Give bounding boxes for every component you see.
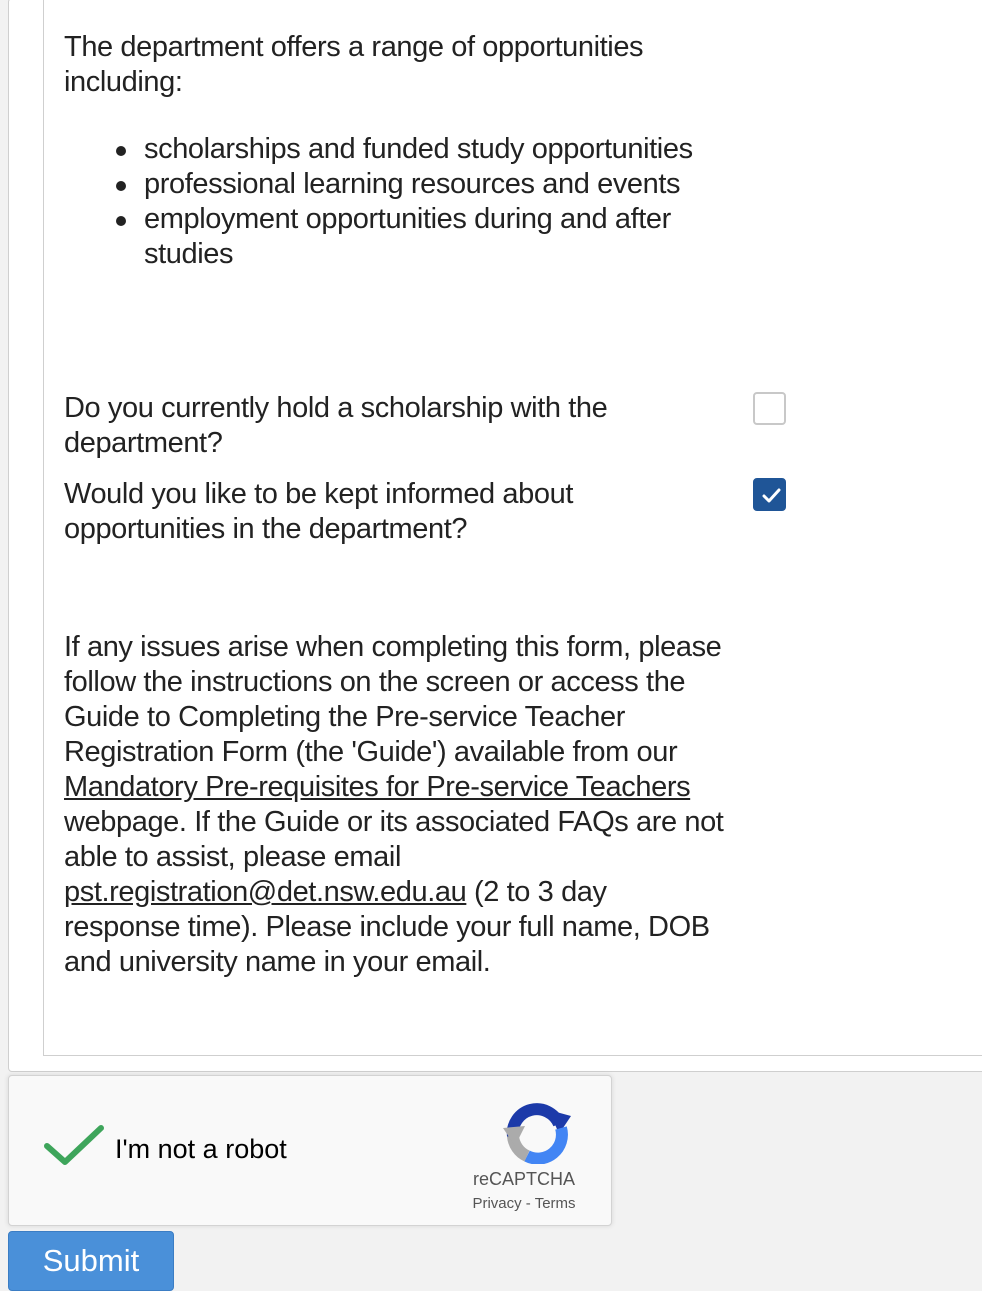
recaptcha-logo-icon	[501, 1098, 573, 1169]
mandatory-prerequisites-link[interactable]: Mandatory Pre-requisites for Pre-service…	[64, 771, 691, 803]
submit-button[interactable]: Submit	[8, 1231, 174, 1291]
help-text-part: webpage. If the Guide or its associated …	[64, 806, 724, 873]
terms-link[interactable]: Terms	[535, 1195, 576, 1212]
list-item: employment opportunities during and afte…	[116, 202, 724, 272]
checkmark-icon	[762, 488, 781, 503]
green-check-icon	[44, 1125, 104, 1165]
list-item: scholarships and funded study opportunit…	[116, 132, 724, 167]
scholarship-checkbox[interactable]	[753, 392, 786, 425]
help-text-part: (the 'Guide') available from our	[287, 736, 678, 768]
recaptcha-brand: reCAPTCHA	[472, 1169, 575, 1189]
recaptcha-links: Privacy - Terms	[449, 1195, 599, 1212]
intro-text: The department offers a range of opportu…	[64, 31, 644, 98]
recaptcha-checkbox[interactable]	[43, 1122, 107, 1173]
privacy-link[interactable]: Privacy	[472, 1195, 521, 1212]
list-item: professional learning resources and even…	[116, 167, 724, 202]
help-text-part: If any issues arise when completing this…	[64, 631, 722, 698]
recaptcha-label: I'm not a robot	[115, 1134, 287, 1164]
scholarship-question-label: Do you currently hold a scholarship with…	[64, 392, 608, 459]
recaptcha-widget: I'm not a robot reCAPTCHA Privacy - Term…	[8, 1075, 612, 1226]
opportunities-section: The department offers a range of opportu…	[64, 30, 724, 272]
email-link[interactable]: pst.registration@det.nsw.edu.au	[64, 876, 467, 908]
keep-informed-checkbox[interactable]	[753, 478, 786, 511]
keep-informed-question-label: Would you like to be kept informed about…	[64, 478, 574, 545]
opportunities-list: scholarships and funded study opportunit…	[64, 132, 724, 272]
help-text: If any issues arise when completing this…	[64, 630, 724, 980]
links-separator: -	[525, 1195, 531, 1212]
